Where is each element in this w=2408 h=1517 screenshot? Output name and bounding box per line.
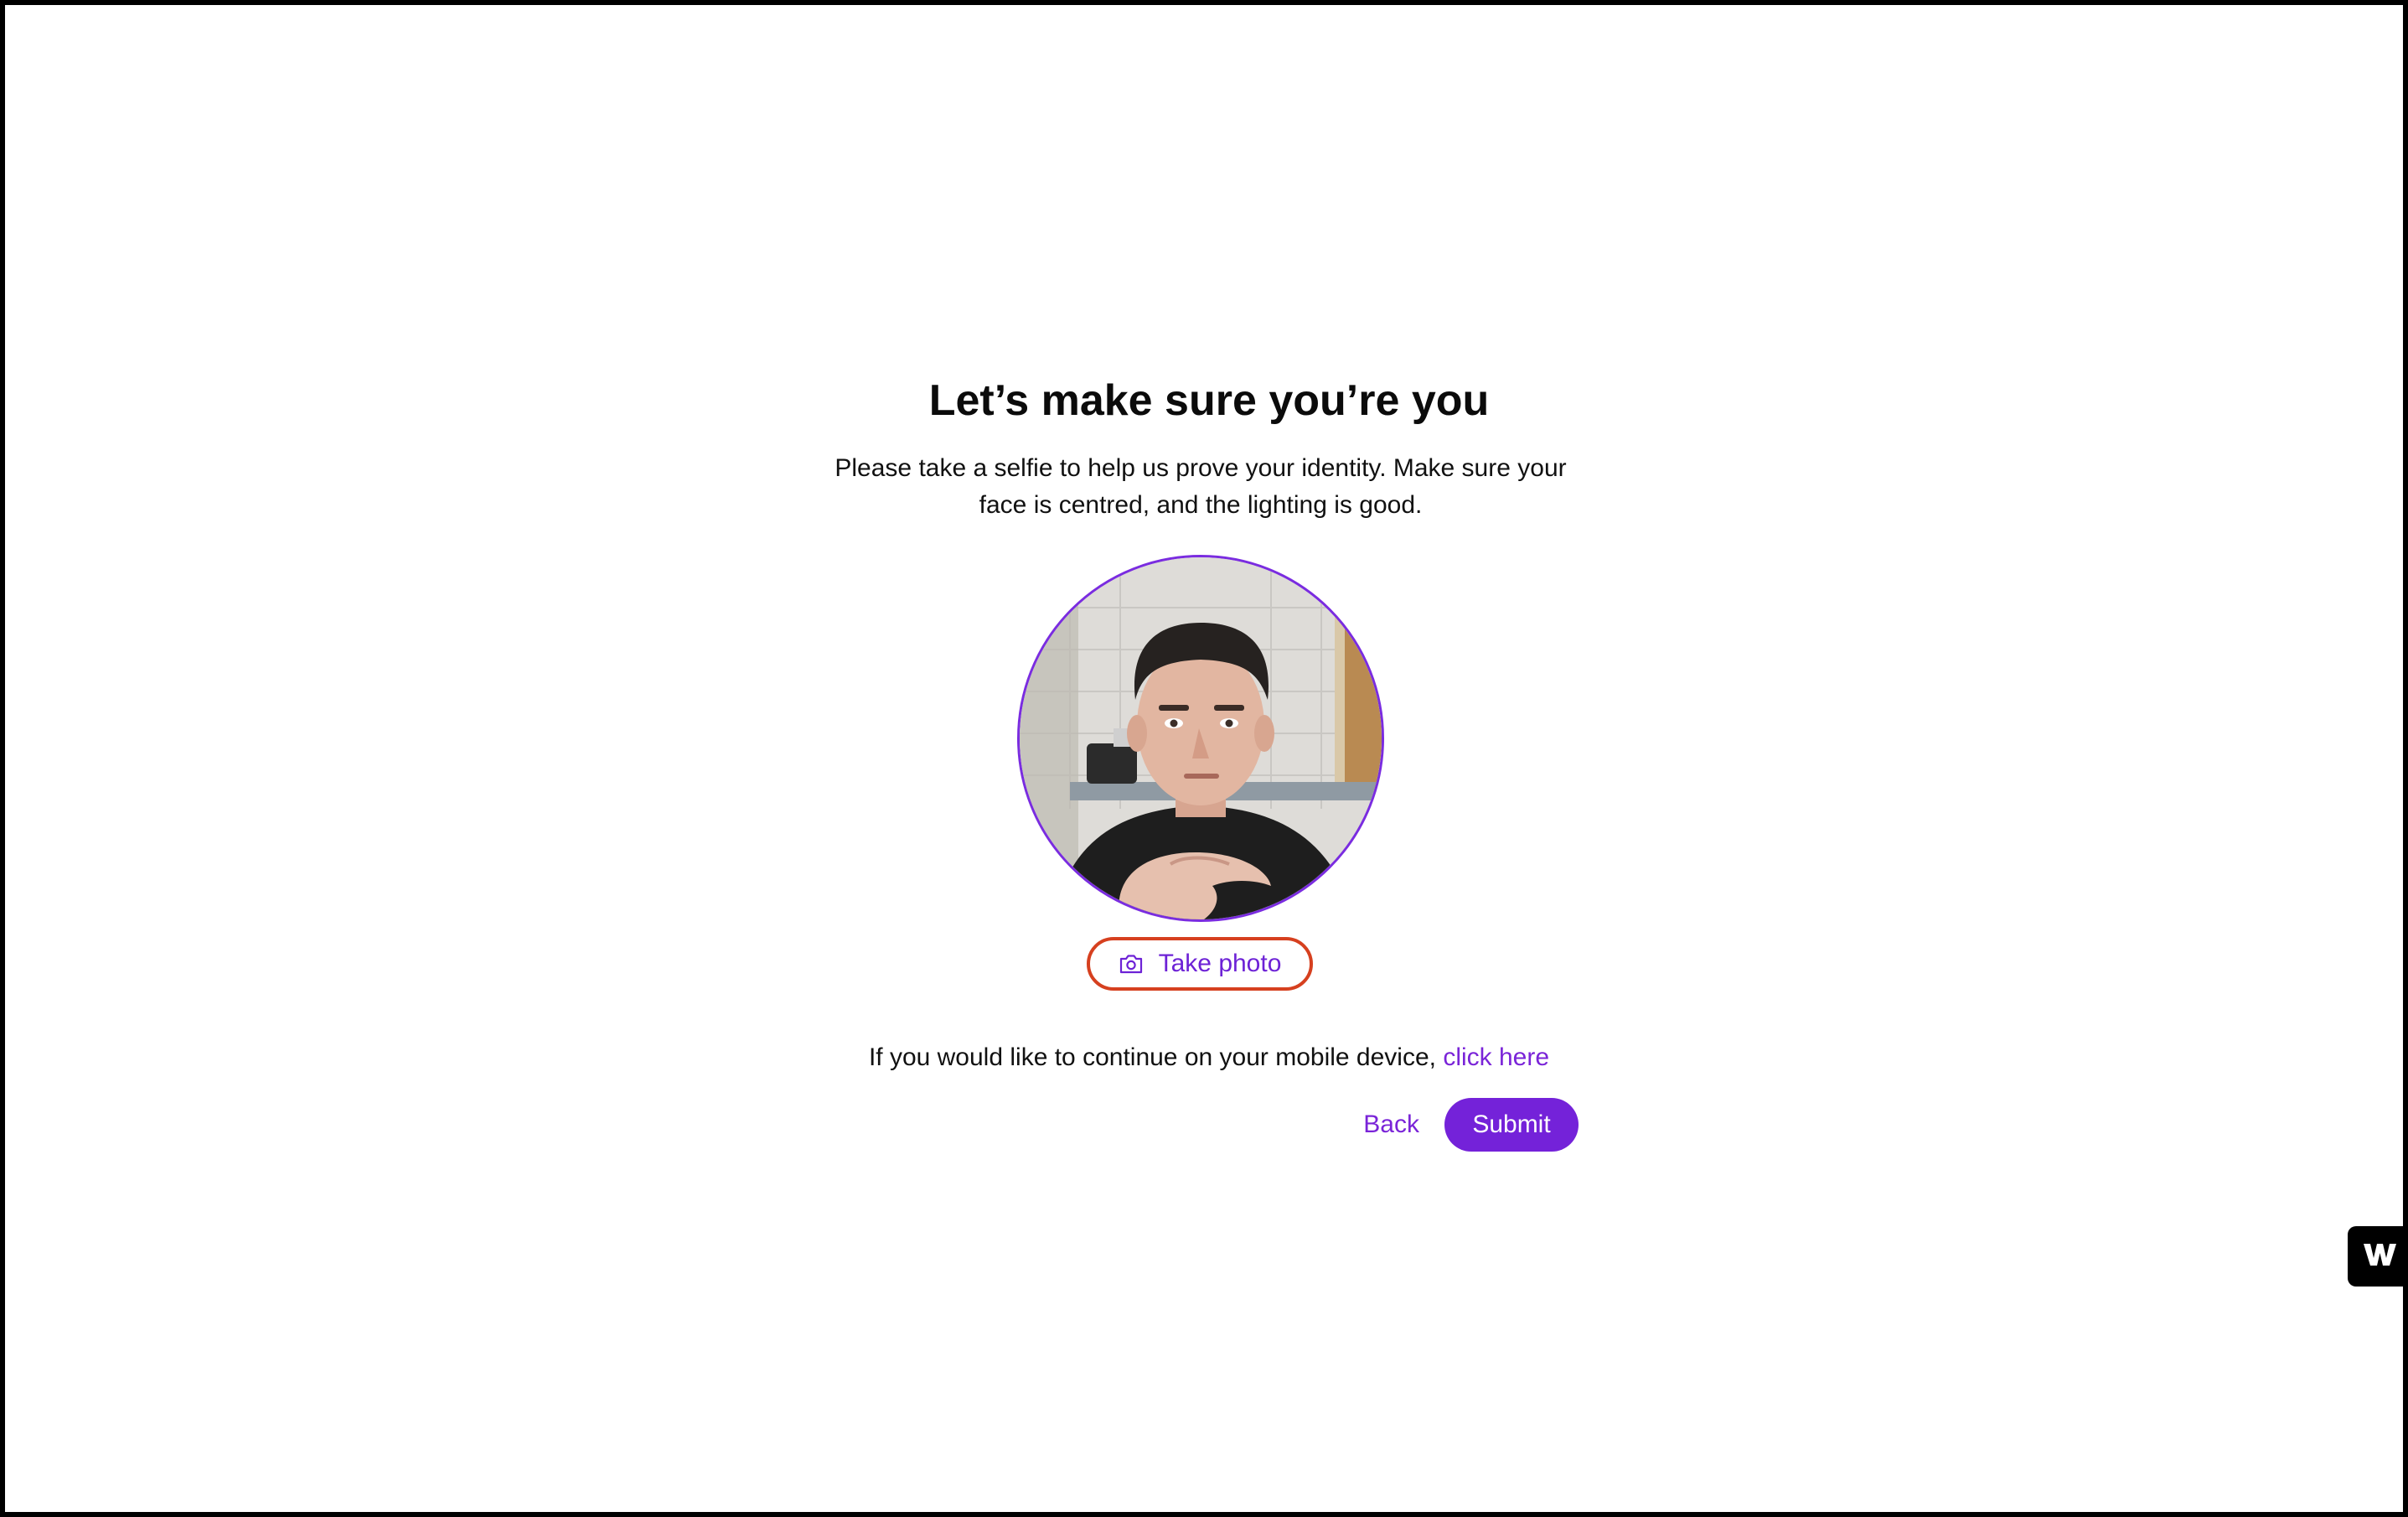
w-logo-icon <box>2362 1241 2399 1272</box>
mobile-continue-text: If you would like to continue on your mo… <box>5 1039 2408 1076</box>
instructions-line-1: Please take a selfie to help us prove yo… <box>835 454 1567 482</box>
instructions-text: Please take a selfie to help us prove yo… <box>798 450 1603 524</box>
w-widget-button[interactable] <box>2348 1226 2408 1287</box>
page-frame: Let’s make sure you’re you Please take a… <box>0 0 2408 1517</box>
take-photo-label: Take photo <box>1158 950 1282 977</box>
camera-icon <box>1119 953 1144 975</box>
selfie-image <box>1020 557 1382 919</box>
take-photo-button[interactable]: Take photo <box>1087 937 1313 991</box>
back-button[interactable]: Back <box>1363 1111 1419 1139</box>
instructions-line-2: face is centred, and the lighting is goo… <box>979 491 1423 519</box>
page-title: Let’s make sure you’re you <box>928 376 1490 425</box>
click-here-link[interactable]: click here <box>1443 1043 1549 1071</box>
submit-button[interactable]: Submit <box>1444 1098 1579 1152</box>
selfie-camera-preview <box>1017 555 1384 922</box>
form-actions: Back Submit <box>1342 1098 1579 1152</box>
mobile-continue-prompt: If you would like to continue on your mo… <box>868 1043 1444 1071</box>
